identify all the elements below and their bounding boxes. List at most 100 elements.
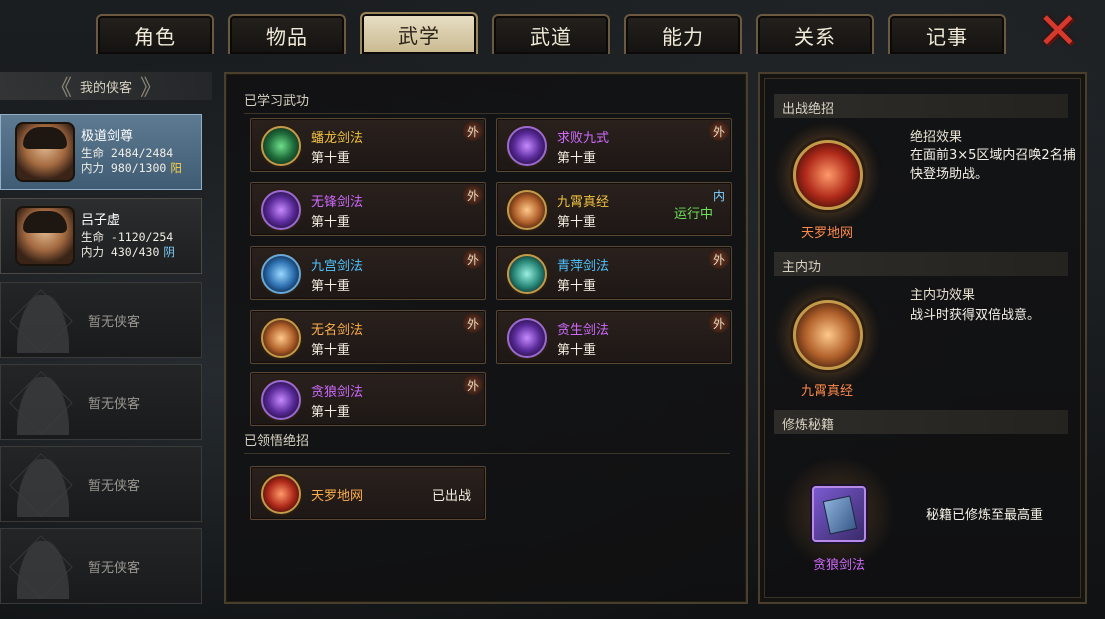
hero-name: 极道剑尊 <box>81 128 134 144</box>
deployed-status: 已出战 <box>431 489 471 504</box>
skill-name: 无锋剑法 <box>311 195 364 210</box>
skill-icon <box>261 254 301 294</box>
tab-martial-arts[interactable]: 武学 <box>360 12 478 54</box>
skill-level: 第十重 <box>557 279 597 294</box>
skill-card[interactable]: 蟠龙剑法 第十重 外 <box>250 118 486 172</box>
skill-icon <box>507 126 547 166</box>
skill-type-badge: 外 <box>463 249 483 269</box>
skill-card[interactable]: 贪狼剑法 第十重 外 <box>250 372 486 426</box>
skill-name: 无名剑法 <box>311 323 364 338</box>
ultimate-effect-title: 绝招效果 <box>910 130 963 145</box>
empty-hero-slot[interactable]: 暂无侠客 <box>0 446 202 522</box>
close-icon[interactable]: ✕ <box>1034 6 1082 56</box>
ultimate-title: 已领悟绝招 <box>244 430 730 454</box>
skill-type-badge: 外 <box>709 121 729 141</box>
skill-level: 第十重 <box>311 279 351 294</box>
ultimate-name: 天罗地网 <box>800 226 853 241</box>
arrow-right-icon[interactable]: 》 <box>140 70 162 102</box>
skill-card[interactable]: 求败九式 第十重 外 <box>496 118 732 172</box>
hero-card[interactable]: 极道剑尊 生命 2484/2484 内力 980/1300 阳 <box>0 114 202 190</box>
skill-type-badge: 外 <box>463 121 483 141</box>
skill-type-badge: 外 <box>463 313 483 333</box>
skill-level: 第十重 <box>557 215 597 230</box>
skill-name: 贪生剑法 <box>557 323 610 338</box>
skill-type-badge: 外 <box>709 313 729 333</box>
empty-hero-slot[interactable]: 暂无侠客 <box>0 528 202 604</box>
arrow-left-icon[interactable]: 《 <box>50 70 72 102</box>
martial-arts-panel: 已学习武功 蟠龙剑法 第十重 外 求败九式 第十重 外 无锋剑法 第十重 外 九… <box>224 72 748 604</box>
skill-icon <box>507 254 547 294</box>
skill-card[interactable]: 九霄真经 第十重 内 运行中 <box>496 182 732 236</box>
skill-level: 第十重 <box>311 405 351 420</box>
skill-name: 青萍剑法 <box>557 259 610 274</box>
inner-name: 九霄真经 <box>800 384 853 399</box>
skill-icon <box>261 380 301 420</box>
skill-icon <box>261 318 301 358</box>
empty-slot-label: 暂无侠客 <box>87 314 140 330</box>
tab-items[interactable]: 物品 <box>228 14 346 54</box>
tab-bar: 角色 物品 武学 武道 能力 关系 记事 <box>96 12 1006 54</box>
skill-level: 第十重 <box>557 151 597 166</box>
hero-attribute: 阳 <box>170 160 182 175</box>
skill-name: 贪狼剑法 <box>311 385 364 400</box>
tab-martial-way[interactable]: 武道 <box>492 14 610 54</box>
empty-hero-slot[interactable]: 暂无侠客 <box>0 364 202 440</box>
inner-effect-desc: 战斗时获得双倍战意。 <box>910 308 1041 323</box>
ultimate-effect-desc: 在面前3×5区域内召唤2名捕快登场助战。 <box>910 148 1076 182</box>
skill-icon <box>507 190 547 230</box>
hero-hp: 生命 2484/2484 <box>81 145 174 160</box>
skill-name: 求败九式 <box>557 131 610 146</box>
tab-relations[interactable]: 关系 <box>756 14 874 54</box>
skill-type-badge: 外 <box>463 185 483 205</box>
skill-type-badge: 外 <box>709 249 729 269</box>
empty-slot-label: 暂无侠客 <box>87 396 140 412</box>
silhouette-icon <box>17 295 69 353</box>
silhouette-icon <box>17 459 69 517</box>
empty-hero-slot[interactable]: 暂无侠客 <box>0 282 202 358</box>
ultimate-header: 出战绝招 <box>774 94 1068 118</box>
skill-card[interactable]: 无名剑法 第十重 外 <box>250 310 486 364</box>
skill-name: 蟠龙剑法 <box>311 131 364 146</box>
learned-skills-title: 已学习武功 <box>244 90 730 114</box>
skill-icon <box>261 126 301 166</box>
skill-card[interactable]: 九宫剑法 第十重 外 <box>250 246 486 300</box>
detail-panel: 出战绝招 天罗地网 绝招效果 在面前3×5区域内召唤2名捕快登场助战。 主内功 … <box>758 72 1087 604</box>
empty-slot-label: 暂无侠客 <box>87 478 140 494</box>
tab-abilities[interactable]: 能力 <box>624 14 742 54</box>
hero-mp: 内力 980/1300 <box>81 160 167 175</box>
skill-name: 九宫剑法 <box>311 259 364 274</box>
hero-list-title: 我的侠客 <box>79 80 132 96</box>
hero-list-header: 《 我的侠客 》 <box>0 70 212 102</box>
ultimate-card[interactable]: 天罗地网 已出战 <box>250 466 486 520</box>
skill-card[interactable]: 无锋剑法 第十重 外 <box>250 182 486 236</box>
skill-type-badge: 外 <box>463 375 483 395</box>
inner-medal-icon[interactable] <box>793 300 863 370</box>
hero-mp: 内力 430/430 <box>81 244 160 259</box>
empty-slot-label: 暂无侠客 <box>87 560 140 576</box>
skill-name: 九霄真经 <box>557 195 610 210</box>
avatar <box>15 122 75 182</box>
hero-attribute: 阴 <box>163 244 175 259</box>
hero-card[interactable]: 吕子虚 生命 -1120/254 内力 430/430 阴 <box>0 198 202 274</box>
ultimate-icon <box>261 474 301 514</box>
book-icon[interactable] <box>812 486 866 542</box>
running-status: 运行中 <box>673 207 713 222</box>
tab-character[interactable]: 角色 <box>96 14 214 54</box>
hero-hp: 生命 -1120/254 <box>81 229 174 244</box>
skill-card[interactable]: 贪生剑法 第十重 外 <box>496 310 732 364</box>
tab-journal[interactable]: 记事 <box>888 14 1006 54</box>
skill-level: 第十重 <box>557 343 597 358</box>
ultimate-medal-icon[interactable] <box>793 140 863 210</box>
skill-level: 第十重 <box>311 343 351 358</box>
skill-level: 第十重 <box>311 151 351 166</box>
skill-type-badge: 内 <box>712 188 725 203</box>
book-header: 修炼秘籍 <box>774 410 1068 434</box>
skill-icon <box>507 318 547 358</box>
book-desc: 秘籍已修炼至最高重 <box>926 508 1044 523</box>
book-name: 贪狼剑法 <box>812 558 865 573</box>
silhouette-icon <box>17 377 69 435</box>
inner-effect-title: 主内功效果 <box>910 288 976 303</box>
hero-name: 吕子虚 <box>81 212 121 228</box>
skill-level: 第十重 <box>311 215 351 230</box>
skill-card[interactable]: 青萍剑法 第十重 外 <box>496 246 732 300</box>
